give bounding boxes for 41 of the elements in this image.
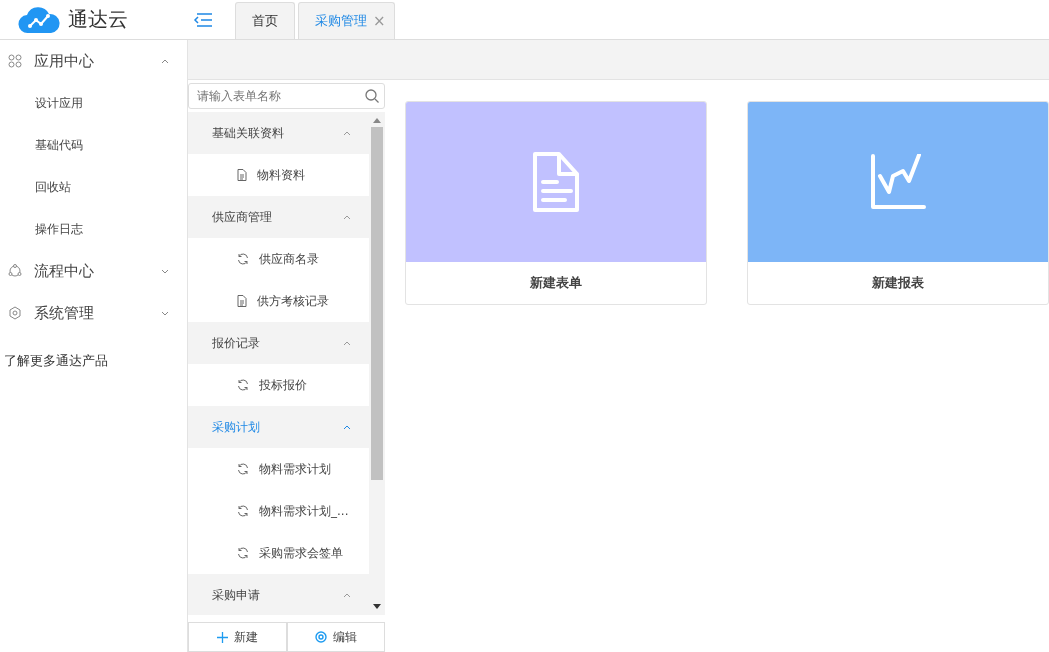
refresh-icon bbox=[237, 547, 249, 559]
nodes-icon bbox=[8, 264, 22, 278]
sidebar-subitem[interactable]: 基础代码 bbox=[0, 124, 187, 166]
form-item[interactable]: 物料资料 bbox=[188, 154, 369, 196]
plus-icon bbox=[216, 631, 228, 643]
form-item[interactable]: 投标报价 bbox=[188, 364, 369, 406]
sidebar-subitem[interactable]: 操作日志 bbox=[0, 208, 187, 250]
sidebar-subitem[interactable]: 回收站 bbox=[0, 166, 187, 208]
refresh-icon bbox=[237, 463, 249, 475]
document-icon bbox=[237, 295, 247, 307]
search-field[interactable]: 请输入表单名称 bbox=[188, 83, 385, 109]
refresh-icon bbox=[237, 505, 249, 517]
form-item[interactable]: 采购需求会签单 bbox=[188, 532, 369, 574]
card-title: 新建表单 bbox=[529, 274, 583, 292]
line-chart-icon bbox=[870, 154, 926, 210]
form-item[interactable]: 供应商名录 bbox=[188, 238, 369, 280]
scroll-up-icon[interactable] bbox=[373, 118, 381, 123]
document-icon bbox=[237, 169, 247, 181]
sidebar-item[interactable]: 系统管理 bbox=[0, 292, 187, 334]
create-card[interactable]: 新建表单 bbox=[405, 101, 707, 305]
scroll-down-icon[interactable] bbox=[373, 604, 381, 609]
panel-button[interactable]: 新建 bbox=[188, 622, 287, 652]
tab[interactable]: 首页 bbox=[235, 2, 295, 39]
refresh-icon bbox=[237, 253, 249, 265]
menu-collapse-icon[interactable] bbox=[193, 11, 213, 28]
more-products-link[interactable]: 了解更多通达产品 bbox=[0, 334, 187, 388]
search-icon bbox=[365, 89, 379, 103]
refresh-icon bbox=[237, 379, 249, 391]
form-item[interactable]: 物料需求计划 bbox=[188, 448, 369, 490]
sidebar-subitem[interactable]: 设计应用 bbox=[0, 82, 187, 124]
sidebar-item[interactable]: 应用中心 bbox=[0, 40, 187, 82]
form-item[interactable]: 供方考核记录 bbox=[188, 280, 369, 322]
panel-button[interactable]: 编辑 bbox=[286, 622, 385, 652]
create-card[interactable]: 新建报表 bbox=[747, 101, 1049, 305]
document-icon bbox=[532, 151, 580, 213]
logo-text: 通达云 bbox=[68, 6, 128, 33]
card-title: 新建报表 bbox=[871, 274, 925, 292]
apps-icon bbox=[8, 54, 22, 68]
form-item[interactable]: 物料需求计划_... bbox=[188, 490, 369, 532]
cloud-logo-icon bbox=[18, 5, 60, 34]
sidebar-item[interactable]: 流程中心 bbox=[0, 250, 187, 292]
